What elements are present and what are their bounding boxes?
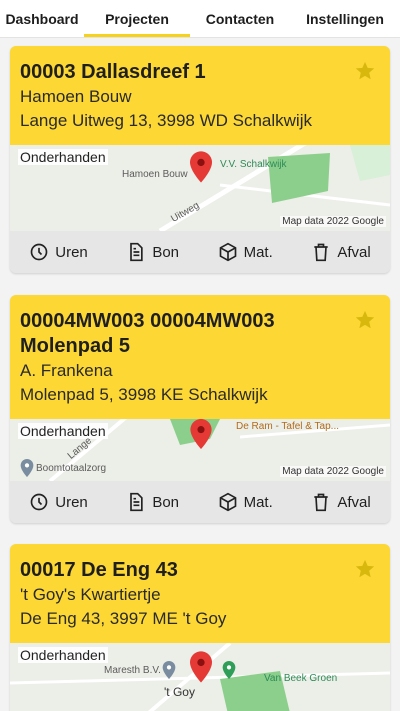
star-icon[interactable] (354, 60, 376, 82)
uren-button[interactable]: Uren (29, 242, 88, 262)
map-poi-label: Van Beek Groen (264, 673, 338, 684)
map-credit: Map data 2022 Google (280, 466, 386, 477)
map-pin-icon (190, 419, 212, 449)
project-address: Lange Uitweg 13, 3998 WD Schalkwijk (20, 111, 312, 130)
status-label: Onderhanden (18, 647, 108, 663)
project-title: Molenpad 5 (20, 335, 131, 357)
status-label: Onderhanden (18, 423, 108, 439)
project-header: 00004MW003 00004MW003 Molenpad 5 A. Fran… (10, 295, 390, 419)
project-header: 00003 Dallasdreef 1 Hamoen Bouw Lange Ui… (10, 46, 390, 145)
project-actions: Uren Bon Mat. Afval (10, 231, 390, 273)
tab-bar: Dashboard Projecten Contacten Instelling… (0, 0, 400, 38)
document-icon (130, 492, 143, 512)
project-client: 't Goy's Kwartiertje (20, 585, 161, 604)
project-card[interactable]: 00004MW003 00004MW003 Molenpad 5 A. Fran… (10, 295, 390, 523)
tab-contacten[interactable]: Contacten (190, 0, 290, 37)
project-map[interactable]: Onderhanden Maresth B.V. Van Beek Groen … (10, 643, 390, 711)
map-credit: Map data 2022 Google (280, 216, 386, 227)
project-map[interactable]: Onderhanden De Ram - Tafel & Tap... Lang… (10, 419, 390, 481)
map-poi-label: Boomtotaalzorg (36, 463, 107, 474)
project-title: 00017 De Eng 43 (20, 559, 178, 581)
document-icon (130, 242, 143, 262)
tab-dashboard[interactable]: Dashboard (0, 0, 84, 37)
trash-icon (314, 493, 328, 512)
tab-instellingen[interactable]: Instellingen (290, 0, 400, 37)
project-list[interactable]: 00003 Dallasdreef 1 Hamoen Bouw Lange Ui… (0, 38, 400, 711)
clock-icon (30, 243, 48, 261)
project-address: De Eng 43, 3997 ME 't Goy (20, 609, 227, 628)
project-client: Hamoen Bouw (20, 87, 132, 106)
map-pin-icon (190, 151, 212, 183)
project-address: Molenpad 5, 3998 KE Schalkwijk (20, 385, 268, 404)
star-icon[interactable] (354, 309, 376, 331)
map-poi-label: Hamoen Bouw (122, 169, 188, 180)
uren-button[interactable]: Uren (29, 492, 88, 512)
star-icon[interactable] (354, 558, 376, 580)
map-pin-icon (162, 661, 176, 679)
afval-button[interactable]: Afval (311, 492, 371, 512)
map-poi-label: De Ram - Tafel & Tap... (236, 421, 340, 432)
project-title: 00003 Dallasdreef 1 (20, 61, 206, 83)
map-poi-label: V.V. Schalkwijk (220, 159, 287, 170)
map-pin-icon (20, 459, 34, 477)
afval-button[interactable]: Afval (311, 242, 371, 262)
map-pin-icon (190, 651, 212, 683)
project-map[interactable]: Onderhanden Hamoen Bouw V.V. Schalkwijk … (10, 145, 390, 231)
map-poi-label: Maresth B.V. (104, 665, 161, 676)
project-actions: Uren Bon Mat. Afval (10, 481, 390, 523)
map-pin-icon (222, 661, 236, 679)
clock-icon (30, 493, 48, 511)
project-card[interactable]: 00003 Dallasdreef 1 Hamoen Bouw Lange Ui… (10, 46, 390, 273)
tab-projecten[interactable]: Projecten (84, 0, 190, 37)
mat-button[interactable]: Mat. (218, 492, 273, 512)
bon-button[interactable]: Bon (126, 492, 179, 512)
bon-button[interactable]: Bon (126, 242, 179, 262)
box-icon (219, 242, 236, 262)
mat-button[interactable]: Mat. (218, 242, 273, 262)
project-title: 00004MW003 00004MW003 (20, 310, 275, 332)
box-icon (219, 492, 236, 512)
status-label: Onderhanden (18, 149, 108, 165)
project-card[interactable]: 00017 De Eng 43 't Goy's Kwartiertje De … (10, 544, 390, 711)
trash-icon (314, 243, 328, 262)
project-header: 00017 De Eng 43 't Goy's Kwartiertje De … (10, 544, 390, 643)
project-client: A. Frankena (20, 361, 113, 380)
map-place-label: 't Goy (164, 685, 195, 699)
